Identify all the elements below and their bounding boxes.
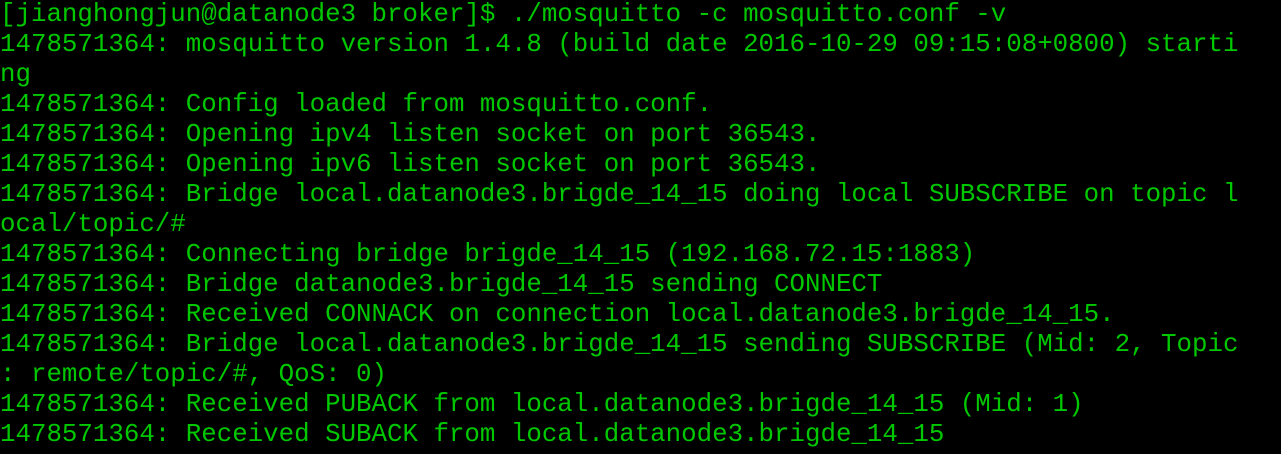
terminal-line-received-puback: 1478571364: Received PUBACK from local.d… (0, 390, 1084, 419)
terminal-line-bridge-subscribe-wrap: ocal/topic/# (0, 210, 186, 239)
terminal-line-ipv6-socket: 1478571364: Opening ipv6 listen socket o… (0, 150, 821, 179)
terminal-line-sending-subscribe-wrap: : remote/topic/#, QoS: 0) (0, 360, 388, 389)
terminal-line-bridge-subscribe: 1478571364: Bridge local.datanode3.brigd… (0, 180, 1239, 209)
terminal-line-config-loaded: 1478571364: Config loaded from mosquitto… (0, 90, 713, 119)
terminal-window[interactable]: [jianghongjun@datanode3 broker]$ ./mosqu… (0, 0, 1281, 454)
terminal-line-sending-connect: 1478571364: Bridge datanode3.brigde_14_1… (0, 270, 883, 299)
terminal-line-sending-subscribe: 1478571364: Bridge local.datanode3.brigd… (0, 330, 1239, 359)
terminal-line-command-prompt: [jianghongjun@datanode3 broker]$ ./mosqu… (0, 0, 1007, 29)
terminal-line-connecting-bridge: 1478571364: Connecting bridge brigde_14_… (0, 240, 976, 269)
terminal-line-version-wrap: ng (0, 60, 31, 89)
terminal-line-ipv4-socket: 1478571364: Opening ipv4 listen socket o… (0, 120, 821, 149)
terminal-line-version: 1478571364: mosquitto version 1.4.8 (bui… (0, 30, 1239, 59)
terminal-line-received-connack: 1478571364: Received CONNACK on connecti… (0, 300, 1115, 329)
terminal-line-received-suback: 1478571364: Received SUBACK from local.d… (0, 420, 945, 449)
